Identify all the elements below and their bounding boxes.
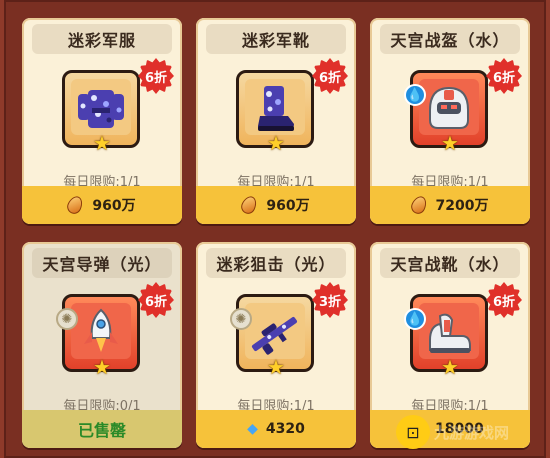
item-name: 天宫战盔（水）	[380, 24, 520, 54]
star-icon: ★	[267, 355, 285, 379]
sold-out-text: 已售罄	[77, 421, 126, 440]
discount-badge: 3折	[312, 282, 348, 318]
discount-badge: 6折	[486, 58, 522, 94]
item-slot: ★	[236, 70, 314, 155]
item-slot: ★	[410, 294, 488, 379]
star-icon: ★	[441, 355, 459, 379]
buy-button[interactable]: ◆ 4320	[196, 410, 356, 448]
buy-button[interactable]: 960万	[22, 186, 182, 224]
discount-badge: 6折	[138, 282, 174, 318]
camo-uniform-icon	[78, 90, 124, 128]
star-icon: ★	[93, 355, 111, 379]
light-element-icon: ✺	[230, 308, 252, 330]
coin-icon	[65, 193, 86, 217]
star-icon: ★	[93, 131, 111, 155]
item-name: 迷彩军服	[32, 24, 172, 54]
watermark-text: 九游游戏网	[434, 423, 510, 442]
armored-boots-icon	[429, 313, 471, 353]
item-slot: ★	[410, 70, 488, 155]
camo-boots-icon	[258, 86, 294, 131]
item-name: 天宫战靴（水）	[380, 248, 520, 278]
coin-icon	[408, 193, 429, 217]
discount-badge: 6折	[486, 282, 522, 318]
shop-item-card[interactable]: 天宫导弹（光） ✺ ★ 6折 每日限购:0/1 已售罄	[22, 242, 182, 448]
discount-badge: 6折	[312, 58, 348, 94]
buy-button[interactable]: 7200万	[370, 186, 530, 224]
shop-item-card[interactable]: 迷彩军靴 ★ 6折 每日限购:1/1 960万	[196, 18, 356, 224]
price-value: 4320	[265, 421, 305, 437]
item-name: 迷彩军靴	[206, 24, 346, 54]
helmet-icon	[429, 86, 469, 129]
item-name: 天宫导弹（光）	[32, 248, 172, 278]
item-slot: ★	[236, 294, 314, 379]
star-icon: ★	[267, 131, 285, 155]
shop-item-card[interactable]: 迷彩军服 ★ 6折 每日限购:1/1 960万	[22, 18, 182, 224]
sold-out-label: 已售罄	[22, 410, 182, 448]
buy-button[interactable]: 960万	[196, 186, 356, 224]
shop-item-card[interactable]: 迷彩狙击（光） ✺ ★ 3折 每日限购:1/1 ◆ 4320	[196, 242, 356, 448]
discount-badge: 6折	[138, 58, 174, 94]
item-name: 迷彩狙击（光）	[206, 248, 346, 278]
item-slot: ★	[62, 294, 140, 379]
gamepad-icon: ⊡	[396, 415, 430, 449]
price-value: 960万	[266, 198, 310, 214]
light-element-icon: ✺	[56, 308, 78, 330]
sniper-rifle-icon	[251, 316, 297, 355]
watermark: ⊡ 九游游戏网	[396, 412, 546, 452]
item-slot: ★	[62, 70, 140, 155]
diamond-icon: ◆	[247, 421, 258, 437]
shop-board: 迷彩军服 ★ 6折 每日限购:1/1 960万 迷彩军靴 ★ 6折 每日限购:1…	[4, 0, 546, 458]
shop-item-card[interactable]: 天宫战盔（水） 💧 ★ 6折 每日限购:1/1 7200万	[370, 18, 530, 224]
water-element-icon: 💧	[404, 308, 426, 330]
rocket-icon	[84, 308, 118, 352]
coin-icon	[239, 193, 260, 217]
price-value: 960万	[92, 198, 136, 214]
price-value: 7200万	[435, 198, 489, 214]
water-element-icon: 💧	[404, 84, 426, 106]
star-icon: ★	[441, 131, 459, 155]
